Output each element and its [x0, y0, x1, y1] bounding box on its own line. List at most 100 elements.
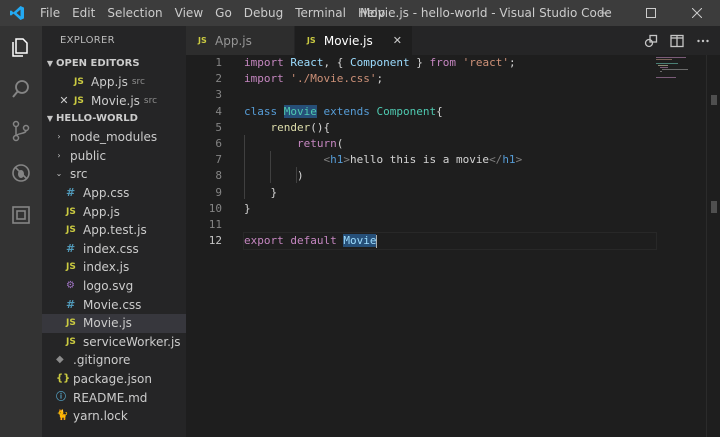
code-line-1: import React, { Component } from 'react'…	[244, 56, 516, 69]
project-header[interactable]: ▼ HELLO-WORLD	[42, 110, 186, 128]
folder-public[interactable]: › public	[42, 147, 186, 166]
file-app-css[interactable]: # App.css	[42, 184, 186, 203]
debug-activity-button[interactable]	[0, 152, 42, 194]
js-file-icon: JS	[66, 336, 76, 347]
css-file-icon: #	[66, 297, 76, 311]
vscode-logo-icon	[0, 0, 34, 26]
file-index-js[interactable]: JS index.js	[42, 258, 186, 277]
file-gitignore[interactable]: ◆ .gitignore	[42, 351, 186, 370]
open-editor-item-app-js[interactable]: JS App.js src	[42, 73, 186, 92]
explorer-activity-button[interactable]	[0, 26, 42, 68]
tree-item-label: README.md	[73, 390, 148, 405]
code-editor[interactable]: 1 2 3 4 5 6 7 8 9 10 11 12 import React,…	[186, 55, 720, 437]
open-editors-header[interactable]: ▼ OPEN EDITORS	[42, 55, 186, 73]
source-control-icon	[12, 120, 30, 142]
highlighted-symbol: Movie	[343, 234, 377, 248]
files-icon	[12, 38, 28, 57]
chevron-right-icon: ›	[57, 132, 61, 142]
tab-movie-js[interactable]: JS Movie.js ✕	[294, 26, 413, 55]
menu-view[interactable]: View	[169, 0, 209, 26]
minimap[interactable]	[656, 55, 706, 85]
file-readme-md[interactable]: ⓘ README.md	[42, 389, 186, 408]
more-actions-button[interactable]	[694, 32, 712, 50]
source-control-activity-button[interactable]	[0, 110, 42, 152]
tree-item-label: Movie.js	[83, 316, 132, 331]
css-file-icon: #	[66, 185, 76, 199]
tree-item-label: serviceWorker.js	[83, 334, 181, 349]
file-movie-js[interactable]: JS Movie.js	[42, 314, 186, 333]
code-line-9: }	[270, 185, 278, 199]
file-index-css[interactable]: # index.css	[42, 240, 186, 259]
menu-go[interactable]: Go	[209, 0, 238, 26]
code-line-12: export default Movie	[243, 232, 657, 251]
chevron-down-icon: ⌄	[55, 169, 63, 179]
line-number: 3	[215, 88, 222, 102]
chevron-down-icon: ▼	[46, 114, 54, 124]
split-editor-button[interactable]	[668, 32, 686, 50]
line-number: 6	[215, 136, 222, 150]
open-changes-icon	[644, 34, 658, 47]
minimize-button[interactable]	[582, 0, 628, 26]
open-editor-folder: src	[131, 77, 145, 87]
extensions-icon	[12, 206, 30, 224]
open-editors-label: OPEN EDITORS	[56, 58, 140, 69]
extensions-activity-button[interactable]	[0, 194, 42, 236]
menu-selection[interactable]: Selection	[101, 0, 168, 26]
css-file-icon: #	[66, 241, 76, 255]
yarn-file-icon: 🐈	[56, 410, 69, 422]
title-bar: File Edit Selection View Go Debug Termin…	[0, 0, 720, 26]
tree-item-label: node_modules	[70, 130, 158, 145]
close-editor-icon[interactable]: ✕	[58, 92, 70, 111]
line-number: 4	[215, 104, 222, 118]
tree-item-label: logo.svg	[83, 278, 134, 293]
folder-node-modules[interactable]: › node_modules	[42, 128, 186, 147]
highlighted-symbol: Movie	[283, 104, 317, 118]
file-package-json[interactable]: {} package.json	[42, 370, 186, 389]
editor-tab-bar: JS App.js JS Movie.js ✕	[186, 26, 720, 55]
maximize-button[interactable]	[628, 0, 674, 26]
menu-file[interactable]: File	[34, 0, 66, 26]
search-icon	[12, 80, 29, 98]
tab-label: App.js	[215, 33, 252, 48]
code-line-2: import './Movie.css';	[244, 72, 384, 86]
open-editor-folder: src	[143, 95, 158, 106]
tree-item-label: index.css	[83, 241, 139, 256]
search-activity-button[interactable]	[0, 68, 42, 110]
tree-item-label: public	[70, 148, 107, 163]
code-line-7: <h1>hello this is a movie</h1>	[323, 153, 523, 167]
open-editor-label: Movie.js	[91, 93, 140, 108]
svg-file-icon: ⚙	[66, 279, 75, 291]
scroll-marker	[711, 201, 717, 213]
file-movie-css[interactable]: # Movie.css	[42, 296, 186, 315]
project-label: HELLO-WORLD	[56, 113, 138, 125]
explorer-sidebar: EXPLORER ▼ OPEN EDITORS JS App.js src ✕ …	[42, 26, 186, 437]
activity-bar	[0, 26, 42, 437]
tree-item-label: index.js	[83, 260, 130, 275]
file-service-worker-js[interactable]: JS serviceWorker.js	[42, 333, 186, 352]
code-area[interactable]: import React, { Component } from 'react'…	[243, 55, 657, 251]
menu-edit[interactable]: Edit	[66, 0, 101, 26]
json-file-icon: {}	[56, 372, 71, 384]
close-tab-icon[interactable]: ✕	[393, 34, 402, 47]
text-cursor	[376, 234, 378, 248]
js-file-icon: JS	[66, 262, 76, 273]
file-app-js[interactable]: JS App.js	[42, 203, 186, 222]
line-number: 2	[215, 72, 222, 86]
line-number: 1	[215, 56, 222, 69]
open-editor-item-movie-js[interactable]: ✕ JS Movie.js src	[42, 92, 186, 111]
vertical-scrollbar[interactable]	[706, 55, 720, 437]
file-app-test-js[interactable]: JS App.test.js	[42, 221, 186, 240]
split-editor-icon	[670, 34, 684, 47]
close-window-button[interactable]	[674, 0, 720, 26]
open-changes-button[interactable]	[642, 32, 660, 50]
file-yarn-lock[interactable]: 🐈 yarn.lock	[42, 407, 186, 426]
tree-item-label: package.json	[73, 371, 153, 386]
menu-terminal[interactable]: Terminal	[289, 0, 352, 26]
tab-app-js[interactable]: JS App.js	[186, 26, 295, 55]
tree-item-label: App.css	[83, 185, 130, 200]
menu-debug[interactable]: Debug	[238, 0, 289, 26]
folder-src[interactable]: ⌄ src	[42, 165, 186, 184]
tree-item-label: yarn.lock	[73, 409, 128, 424]
file-logo-svg[interactable]: ⚙ logo.svg	[42, 277, 186, 296]
